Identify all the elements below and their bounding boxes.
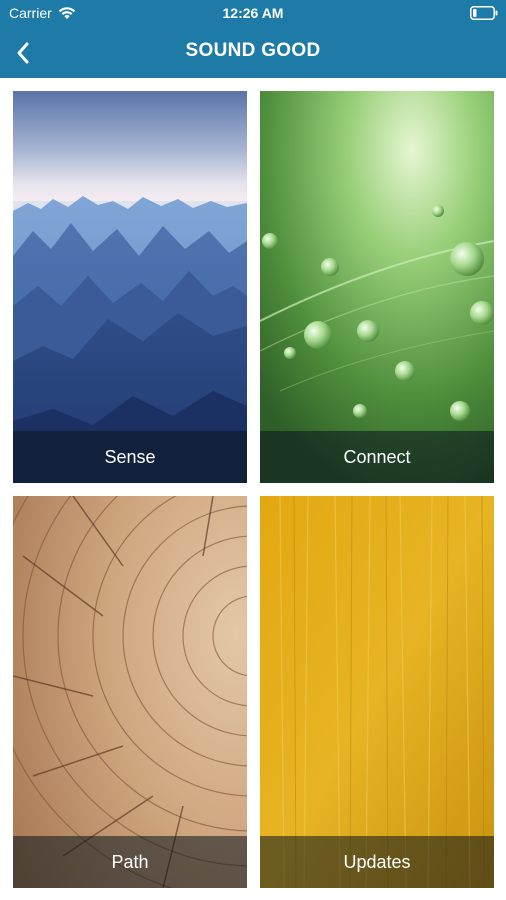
tile-label-path: Path <box>13 836 247 888</box>
page-title: SOUND GOOD <box>185 40 321 61</box>
tile-sense[interactable]: Sense <box>13 91 247 483</box>
app-header: Carrier 12:26 AM SOUND GOOD <box>0 0 506 78</box>
tile-label-updates: Updates <box>260 836 494 888</box>
tile-connect[interactable]: Connect <box>260 91 494 483</box>
mountains-image <box>13 91 247 483</box>
status-bar: Carrier 12:26 AM <box>0 0 506 28</box>
tile-label-connect: Connect <box>260 431 494 483</box>
leaf-drops-image <box>260 91 494 483</box>
status-time: 12:26 AM <box>222 5 284 21</box>
tile-label-sense: Sense <box>13 431 247 483</box>
yellow-texture-image <box>260 496 494 888</box>
tile-path[interactable]: Path <box>13 496 247 888</box>
battery-low-icon <box>470 6 498 20</box>
nav-bar: SOUND GOOD <box>0 28 506 78</box>
wood-rings-image <box>13 496 247 888</box>
tile-updates[interactable]: Updates <box>260 496 494 888</box>
